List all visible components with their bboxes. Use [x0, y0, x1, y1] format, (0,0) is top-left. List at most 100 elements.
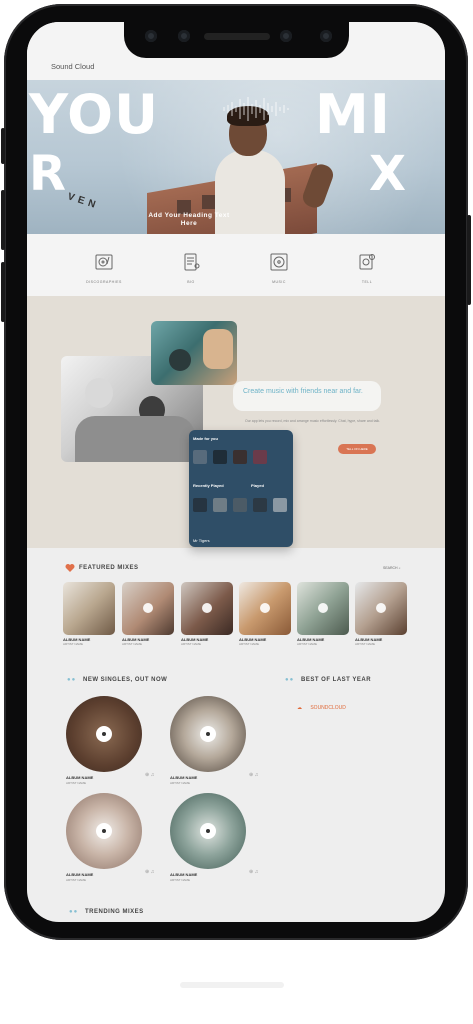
play-icon[interactable] [318, 603, 328, 613]
tablet-icon [184, 253, 200, 271]
disc-center [96, 726, 112, 742]
mock-footer: Mr Tigers [193, 538, 210, 543]
nav-discographies[interactable]: DISCOGRAPHIES [74, 252, 134, 284]
card-image [355, 582, 407, 635]
single-actions[interactable]: ⊕ ♫ [145, 869, 154, 875]
hero-word-mi: MI [315, 83, 391, 146]
mock-played: Played [251, 483, 264, 488]
dots-icon: ●● [285, 677, 295, 683]
feature-section: Create music with friends near and far. … [27, 296, 445, 548]
volume-up-button [1, 190, 5, 250]
search-label: SEARCH [383, 566, 398, 570]
hero-word-you: YOU [29, 83, 159, 146]
nav-tell[interactable]: TELL [337, 252, 397, 284]
card-subtitle: ARTIST NAME [239, 642, 260, 646]
play-icon[interactable] [260, 603, 270, 613]
card-image [122, 582, 174, 635]
card-subtitle: ARTIST NAME [181, 642, 202, 646]
card-image [63, 582, 115, 635]
share-icon[interactable]: ⊕ [249, 869, 253, 875]
singles-title: NEW SINGLES, OUT NOW [83, 677, 168, 683]
disc-center [200, 726, 216, 742]
share-icon[interactable]: ⊕ [249, 772, 253, 778]
single-title: ALBUM NAME [170, 872, 198, 877]
best-title: BEST OF LAST YEAR [301, 677, 372, 683]
featured-card[interactable]: ALBUM NAME ARTIST NAME [239, 582, 291, 646]
waveform-icon [223, 97, 289, 121]
camera-icon [178, 30, 190, 42]
single-title: ALBUM NAME [170, 775, 198, 780]
play-icon[interactable] [143, 603, 153, 613]
card-subtitle: ARTIST NAME [297, 642, 318, 646]
feature-bubble: Create music with friends near and far. [233, 381, 381, 411]
card-subtitle: ARTIST NAME [355, 642, 376, 646]
nav-bio[interactable]: BIO [161, 252, 221, 284]
single-disc[interactable] [66, 696, 142, 772]
speaker-grille [204, 33, 270, 40]
single-actions[interactable]: ⊕ ♫ [249, 869, 258, 875]
headphones-icon[interactable]: ♫ [255, 869, 259, 875]
single-subtitle: ARTIST NAME [66, 781, 87, 785]
cloud-icon: ☁ [297, 705, 302, 711]
brand-name[interactable]: Sound Cloud [51, 62, 94, 71]
nav-label: TELL [361, 280, 373, 284]
play-icon[interactable] [376, 603, 386, 613]
sensor-icon [280, 30, 292, 42]
featured-card[interactable]: ALBUM NAME ARTIST NAME [297, 582, 349, 646]
search-icon: ⌕ [398, 566, 401, 570]
single-subtitle: ARTIST NAME [170, 781, 191, 785]
hero-heading-line2: Here [180, 220, 198, 228]
disc-center [96, 823, 112, 839]
reflection-pill [180, 982, 284, 988]
gear-music-icon [359, 254, 375, 270]
search-link[interactable]: SEARCH ⌕ [383, 566, 401, 570]
single-disc[interactable] [170, 793, 246, 869]
screen: Sound Cloud YOU R MI X VEN Add Your Head… [27, 22, 445, 922]
mock-made-for-you: Made for you [193, 436, 218, 441]
single-title: ALBUM NAME [66, 775, 94, 780]
featured-card[interactable]: ALBUM NAME ARTIST NAME [122, 582, 174, 646]
single-title: ALBUM NAME [66, 872, 94, 877]
featured-card[interactable]: ALBUM NAME ARTIST NAME [355, 582, 407, 646]
featured-card[interactable]: ALBUM NAME ARTIST NAME [181, 582, 233, 646]
featured-card[interactable]: ALBUM NAME ARTIST NAME [63, 582, 115, 646]
mock-recently-played: Recently Played [193, 483, 224, 488]
notch [124, 22, 349, 58]
mute-switch [1, 128, 5, 164]
headphones-icon[interactable]: ♫ [151, 869, 155, 875]
hero-letter-x: X [369, 146, 408, 202]
sensor-icon [320, 30, 332, 42]
featured-title: FEATURED MIXES [79, 565, 139, 571]
dots-icon: ●● [69, 909, 79, 915]
share-icon[interactable]: ⊕ [145, 869, 149, 875]
single-disc[interactable] [170, 696, 246, 772]
card-subtitle: ARTIST NAME [122, 642, 143, 646]
app-mockup: Made for you Recently Played Played Mr T… [189, 430, 293, 547]
card-image [239, 582, 291, 635]
play-icon[interactable] [202, 603, 212, 613]
tell-button[interactable]: TELL ON HERE [338, 444, 376, 454]
volume-down-button [1, 262, 5, 322]
single-subtitle: ARTIST NAME [66, 878, 87, 882]
trending-title: TRENDING MIXES [85, 909, 144, 915]
soundcloud-embed[interactable]: ☁ SOUNDCLOUD [297, 705, 346, 711]
hero-letter-r: R [29, 146, 67, 202]
icon-nav: DISCOGRAPHIES BIO MUSIC TELL [27, 234, 445, 296]
single-subtitle: ARTIST NAME [170, 878, 191, 882]
soundcloud-label: SOUNDCLOUD [310, 705, 346, 711]
hero-banner: YOU R MI X VEN Add Your Heading Text Her… [27, 80, 445, 234]
hero-heading-line1: Add Your Heading Text [148, 212, 230, 219]
turntable-icon [95, 254, 113, 270]
card-subtitle: ARTIST NAME [63, 642, 84, 646]
single-actions[interactable]: ⊕ ♫ [249, 772, 258, 778]
nav-label: BIO [187, 280, 195, 284]
single-actions[interactable]: ⊕ ♫ [145, 772, 154, 778]
single-disc[interactable] [66, 793, 142, 869]
headphones-icon[interactable]: ♫ [255, 772, 259, 778]
feature-subtext: Our app lets you record, mix and arrange… [245, 419, 381, 423]
power-button [467, 215, 471, 305]
nav-music[interactable]: MUSIC [249, 252, 309, 284]
share-icon[interactable]: ⊕ [145, 772, 149, 778]
dj-photo [151, 321, 237, 385]
headphones-icon[interactable]: ♫ [151, 772, 155, 778]
